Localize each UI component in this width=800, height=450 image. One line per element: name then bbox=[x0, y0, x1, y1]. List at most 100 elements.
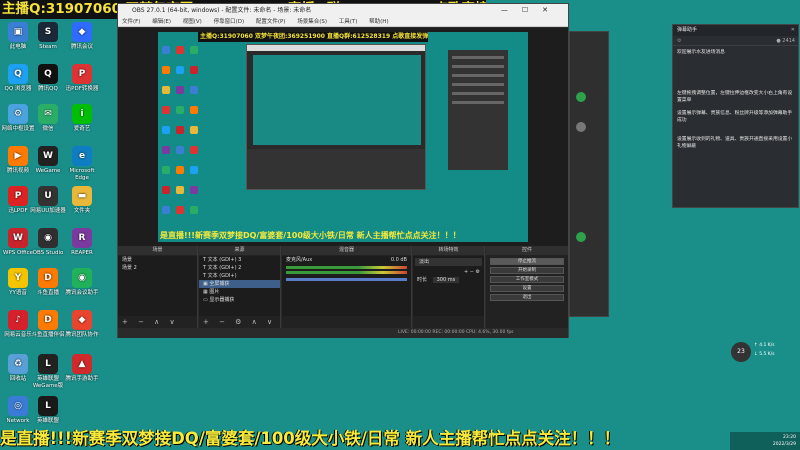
source-item[interactable]: ▭ 显示器捕获 bbox=[199, 296, 280, 304]
app-icon: ⚙ bbox=[8, 104, 28, 124]
menu-profile[interactable]: 配置文件(P) bbox=[256, 19, 286, 25]
desktop-icon[interactable]: ◉ 腾讯会议助手 bbox=[64, 268, 100, 297]
source-item[interactable]: T 文本 (GDI+) bbox=[199, 272, 280, 280]
upload-speed: ↑ 4.1 K/s bbox=[754, 343, 775, 348]
app-icon: ▲ bbox=[72, 354, 92, 374]
window-controls[interactable]: —☐✕ bbox=[501, 4, 562, 17]
mini-desktop-icon bbox=[190, 146, 198, 154]
background-window[interactable] bbox=[569, 31, 609, 317]
desktop-icon[interactable]: Q 腾讯QQ bbox=[30, 64, 66, 93]
volume-slider[interactable] bbox=[286, 278, 407, 281]
app-icon: L bbox=[38, 396, 58, 416]
desktop-icon-label: OBS Studio bbox=[32, 250, 64, 256]
mini-desktop-icon bbox=[190, 186, 198, 194]
duration-input[interactable]: 300 ms bbox=[432, 277, 460, 283]
exit-button[interactable]: 退出 bbox=[490, 294, 564, 301]
desktop-icon[interactable]: ◆ 腾讯团队协作 bbox=[64, 310, 100, 339]
net-speed-widget[interactable]: 23 ↑ 4.1 K/s ↓ 5.5 K/s bbox=[731, 340, 781, 364]
mini-desktop-icon bbox=[190, 66, 198, 74]
source-item[interactable]: T 文本 (GDI+) 2 bbox=[199, 264, 280, 272]
menu-file[interactable]: 文件(F) bbox=[122, 19, 140, 25]
desktop-icon[interactable]: L 英雄联盟WeGame版 bbox=[30, 354, 66, 390]
chat-header[interactable]: 弹幕助手 ✕ bbox=[673, 25, 798, 36]
scene-item[interactable]: 场景 2 bbox=[118, 264, 197, 272]
desktop-icon[interactable]: S Steam bbox=[30, 22, 66, 51]
menu-dock[interactable]: 停靠窗口(D) bbox=[214, 19, 245, 25]
desktop-icon[interactable]: R REAPER bbox=[64, 228, 100, 257]
chat-window-controls[interactable]: ✕ bbox=[791, 25, 795, 36]
mini-desktop-icon bbox=[162, 206, 170, 214]
desktop-icon-label: 斗鱼直播 bbox=[36, 290, 59, 296]
sources-panel: 来源 T 文本 (GDI+) 3 T 文本 (GDI+) 2 T 文本 (GDI… bbox=[199, 246, 281, 328]
mini-desktop-icon bbox=[162, 46, 170, 54]
obs-titlebar[interactable]: OBS 27.0.1 (64-bit, windows) - 配置文件: 未命名… bbox=[118, 4, 568, 17]
desktop-icon[interactable]: W WeGame bbox=[30, 146, 66, 175]
download-speed: ↓ 5.5 K/s bbox=[754, 352, 775, 357]
scenes-panel: 场景 场景 场景 2 + − ∧ ∨ bbox=[118, 246, 198, 328]
transition-add-remove[interactable]: + − ⚙ bbox=[413, 268, 484, 276]
app-icon: P bbox=[72, 64, 92, 84]
mini-desktop-icon bbox=[190, 46, 198, 54]
source-item-selected[interactable]: ▣ 全屏捕获 bbox=[199, 280, 280, 288]
chat-toolbar[interactable]: ⚙ ● 2414 bbox=[673, 36, 798, 46]
obs-window[interactable]: OBS 27.0.1 (64-bit, windows) - 配置文件: 未命名… bbox=[117, 3, 569, 338]
desktop-icon-label: 网易UU加速器 bbox=[30, 208, 66, 214]
mini-desktop-icon bbox=[190, 206, 198, 214]
source-item[interactable]: T 文本 (GDI+) 3 bbox=[199, 256, 280, 264]
obs-status-bar: LIVE: 00:00:00 REC: 00:00:00 CPU: 4.6%, … bbox=[118, 328, 568, 338]
app-icon: ♪ bbox=[8, 310, 28, 330]
transition-select[interactable]: 淡出 bbox=[415, 258, 482, 266]
start-recording-button[interactable]: 开始录制 bbox=[490, 267, 564, 274]
scene-item[interactable]: 场景 bbox=[118, 256, 197, 264]
source-item[interactable]: ▦ 图片 bbox=[199, 288, 280, 296]
desktop-icon[interactable]: D 斗鱼直播伴侣 bbox=[30, 310, 66, 339]
transitions-title: 转场特效 bbox=[413, 246, 484, 255]
desktop-icon-label: 英雄联盟WeGame版 bbox=[32, 376, 64, 389]
obs-menubar[interactable]: 文件(F) 编辑(E) 视图(V) 停靠窗口(D) 配置文件(P) 场景集合(S… bbox=[118, 17, 568, 27]
desktop-icon-label: Steam bbox=[39, 44, 57, 50]
chat-message: 设置展示弹幕、贵族信息、粉丝牌升级等添加弹幕助手成功 bbox=[677, 111, 793, 123]
desktop-icon[interactable]: ✉ 微信 bbox=[30, 104, 66, 133]
nested-chat-panel bbox=[448, 50, 508, 170]
settings-button[interactable]: 设置 bbox=[490, 285, 564, 292]
gear-icon[interactable]: ⚙ bbox=[677, 38, 681, 44]
desktop-icon[interactable]: i 爱奇艺 bbox=[64, 104, 100, 133]
desktop-icon[interactable]: ◆ 腾讯会议 bbox=[64, 22, 100, 51]
app-icon: ▬ bbox=[72, 186, 92, 206]
desktop-icon[interactable]: ◉ OBS Studio bbox=[30, 228, 66, 257]
desktop-icon[interactable]: L 英雄联盟 bbox=[30, 396, 66, 425]
desktop-icon[interactable]: D 斗鱼直播 bbox=[30, 268, 66, 297]
obs-preview[interactable]: 主播Q:31907060 双梦午夜团:369251900 直播Q群:612528… bbox=[118, 28, 568, 246]
mixer-level: 0.0 dB bbox=[390, 257, 407, 263]
menu-view[interactable]: 视图(V) bbox=[183, 19, 202, 25]
status-dot-icon bbox=[576, 232, 586, 242]
desktop-icon[interactable]: e Microsoft Edge bbox=[64, 146, 100, 182]
danmaku-assistant[interactable]: 弹幕助手 ✕ ⚙ ● 2414 欢迎展示水友进场消息 左键拖拽调整位置，左键拉伸… bbox=[672, 24, 799, 208]
temperature-badge: 23 bbox=[731, 342, 751, 362]
desktop-icon-label: 腾讯QQ bbox=[38, 86, 58, 92]
app-icon: W bbox=[8, 228, 28, 248]
sources-toolbar[interactable]: + − ⚙ ∧ ∨ bbox=[199, 316, 280, 328]
scenes-toolbar[interactable]: + − ∧ ∨ bbox=[118, 316, 197, 328]
chat-message: 左键拖拽调整位置，左键拉伸边框改变大小右上角有设置菜单 bbox=[677, 91, 793, 103]
menu-tools[interactable]: 工具(T) bbox=[339, 19, 358, 25]
menu-help[interactable]: 帮助(H) bbox=[369, 19, 388, 25]
studio-mode-button[interactable]: 工作室模式 bbox=[490, 276, 564, 283]
desktop-icon[interactable]: P 迅PDF转换器 bbox=[64, 64, 100, 93]
clock-time: 23:20 bbox=[783, 435, 796, 440]
app-icon: ▣ bbox=[8, 22, 28, 42]
desktop-icon[interactable]: ▲ 腾讯手游助手 bbox=[64, 354, 100, 383]
app-icon: W bbox=[38, 146, 58, 166]
status-dot-icon bbox=[576, 122, 586, 132]
chat-message: 设置展示收到的礼物、道具、贵族开通直接采用设置小礼物屏蔽 bbox=[677, 137, 793, 149]
nested-banner: 主播Q:31907060 双梦午夜团:369251900 直播Q群:612528… bbox=[198, 32, 428, 42]
app-icon: R bbox=[72, 228, 92, 248]
app-icon: ✉ bbox=[38, 104, 58, 124]
desktop-icon[interactable]: U 网易UU加速器 bbox=[30, 186, 66, 215]
taskbar-clock[interactable]: 23:20 2022/3/29 bbox=[730, 432, 800, 450]
menu-scene-collection[interactable]: 场景集合(S) bbox=[297, 19, 327, 25]
desktop-icon[interactable]: ▬ 文件夹 bbox=[64, 186, 100, 215]
menu-edit[interactable]: 编辑(E) bbox=[152, 19, 171, 25]
stop-streaming-button[interactable]: 停止推流 bbox=[490, 258, 564, 265]
app-icon: D bbox=[38, 268, 58, 288]
